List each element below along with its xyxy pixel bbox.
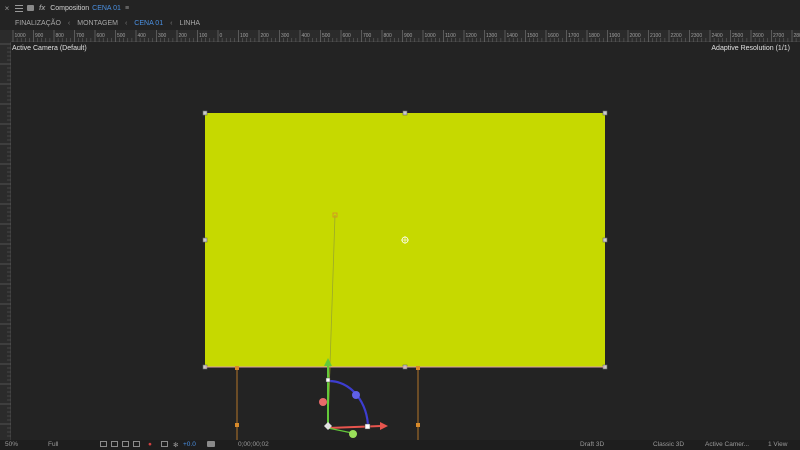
motion-path-line <box>327 214 336 426</box>
layer-handle-top-right[interactable] <box>602 110 608 116</box>
left-handle-knob[interactable] <box>235 366 239 370</box>
snapshot-camera-icon[interactable] <box>207 441 215 449</box>
draft-3d-toggle[interactable]: Draft 3D <box>580 441 604 448</box>
view-layout-dropdown[interactable]: 1 View <box>768 441 787 448</box>
exposure-value[interactable]: +0.0 <box>183 441 196 448</box>
right-handle-knob[interactable] <box>416 366 420 370</box>
color-management-icon[interactable] <box>161 441 168 449</box>
layer-handle-top[interactable] <box>402 110 408 116</box>
current-timecode[interactable]: 0;00;00;02 <box>238 441 269 448</box>
exposure-icon[interactable]: ✻ <box>173 441 178 449</box>
right-handle-knob-lower[interactable] <box>416 423 420 427</box>
left-handle-knob-lower[interactable] <box>235 423 239 427</box>
camera-view-dropdown[interactable]: Active Camer... <box>705 441 749 448</box>
mask-visibility-icon[interactable] <box>122 441 129 449</box>
transform-gizmo-overlay <box>202 110 608 440</box>
color-channel-icon[interactable]: ● <box>148 441 152 448</box>
transparency-grid-icon[interactable] <box>111 441 118 449</box>
3d-axis-gizmo[interactable] <box>319 358 388 438</box>
layer-handle-top-left[interactable] <box>202 110 208 116</box>
layer-handle-left[interactable] <box>202 237 208 243</box>
renderer-dropdown[interactable]: Classic 3D <box>653 441 684 448</box>
viewer-status-bar: 50% Full ● ✻ +0.0 0;00;00;02 Draft 3D Cl… <box>0 440 800 450</box>
zoom-level-dropdown[interactable]: 50% <box>5 441 18 448</box>
grid-guides-icon[interactable] <box>133 441 140 449</box>
region-of-interest-icon[interactable] <box>100 441 107 449</box>
layer-handle-right[interactable] <box>602 237 608 243</box>
resolution-dropdown[interactable]: Full <box>48 441 58 448</box>
anchor-point-icon[interactable] <box>401 236 409 244</box>
